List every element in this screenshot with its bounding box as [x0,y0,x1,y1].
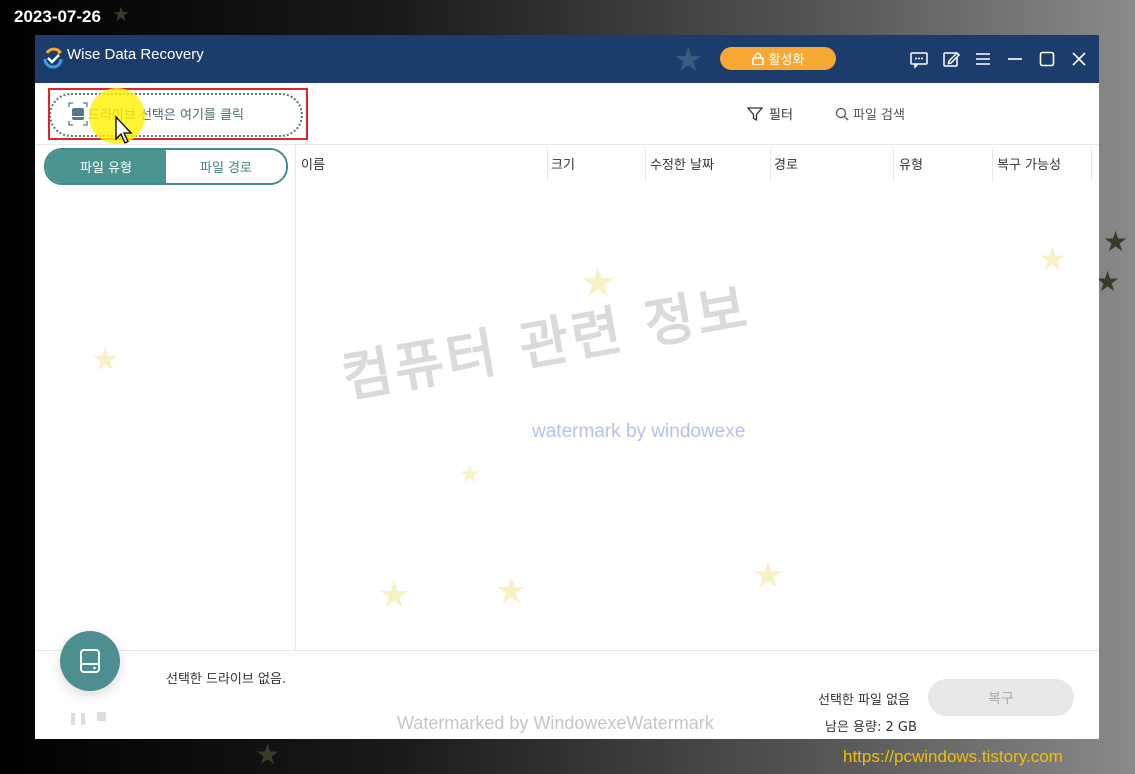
column-separator [770,148,771,182]
toolbar-divider [35,144,1099,145]
filter-icon [747,106,763,121]
watermark-sub: watermark by windowexe [532,421,746,442]
title-bar: Wise Data Recovery 활성화 [35,35,1099,83]
column-separator [992,148,993,182]
column-header-type[interactable]: 유형 [899,154,923,173]
decorative-star-icon: ★ [673,40,704,80]
tab-file-path[interactable]: 파일 경로 [166,150,286,183]
column-header-path[interactable]: 경로 [774,154,798,173]
column-header-name[interactable]: 이름 [301,154,325,173]
site-url: https://pcwindows.tistory.com [843,747,1063,766]
feedback-icon[interactable] [909,49,929,69]
drive-status-button[interactable] [60,631,120,691]
column-separator [1091,148,1092,182]
app-logo-icon [43,47,63,69]
file-selection-status: 선택한 파일 없음 [818,693,910,708]
file-search-button[interactable]: 파일 검색 [835,104,905,123]
decorative-star-icon: ★ [91,340,120,378]
close-icon[interactable] [1069,49,1089,69]
decorative-star-icon: ★ [459,460,481,488]
free-space-text: 남은 용량: 2 GB [825,720,917,735]
column-separator [893,148,894,182]
decorative-star-icon: ★ [112,2,130,26]
watermark-bottom: Watermarked by WindowexeWatermark [397,713,714,733]
app-title: Wise Data Recovery [67,46,204,63]
file-search-label: 파일 검색 [853,108,905,123]
sidebar-divider [295,145,296,650]
stop-icon[interactable] [97,712,106,721]
app-window: Wise Data Recovery 활성화 드라이브 선택은 여기를 클릭 필… [35,35,1099,739]
recover-button[interactable]: 복구 [928,679,1074,716]
hard-drive-icon [80,649,100,673]
column-header-size[interactable]: 크기 [551,154,575,173]
date-stamp: 2023-07-26 [14,7,101,26]
pause-icon[interactable]: ❚❚ [68,711,88,725]
maximize-icon[interactable] [1037,49,1057,69]
filter-label: 필터 [769,108,793,123]
menu-icon[interactable] [973,49,993,69]
edit-icon[interactable] [941,49,961,69]
decorative-star-icon: ★ [378,575,411,616]
decorative-star-icon: ★ [495,571,528,612]
filter-button[interactable]: 필터 [747,104,793,123]
decorative-star-icon: ★ [1103,225,1129,258]
highlight-annotation [48,88,308,140]
activate-button[interactable]: 활성화 [720,47,836,70]
minimize-icon[interactable] [1005,49,1025,69]
column-header-recoverability[interactable]: 복구 가능성 [997,154,1061,173]
drive-status-text: 선택한 드라이브 없음. [166,672,287,687]
footer-divider [35,650,1099,651]
watermark-main: 컴퓨터 관련 정보 [337,276,755,410]
decorative-star-icon: ★ [255,738,281,771]
activate-label: 활성화 [768,53,805,68]
mouse-cursor-icon [115,115,133,144]
search-icon [835,107,849,120]
column-separator [547,148,548,182]
decorative-star-icon: ★ [752,555,785,596]
view-tabs: 파일 유형 파일 경로 [44,148,288,185]
column-separator [645,148,646,182]
column-header-modified[interactable]: 수정한 날짜 [650,154,714,173]
tab-file-type[interactable]: 파일 유형 [46,150,166,183]
lock-icon [751,52,764,65]
decorative-star-icon: ★ [1038,240,1067,278]
